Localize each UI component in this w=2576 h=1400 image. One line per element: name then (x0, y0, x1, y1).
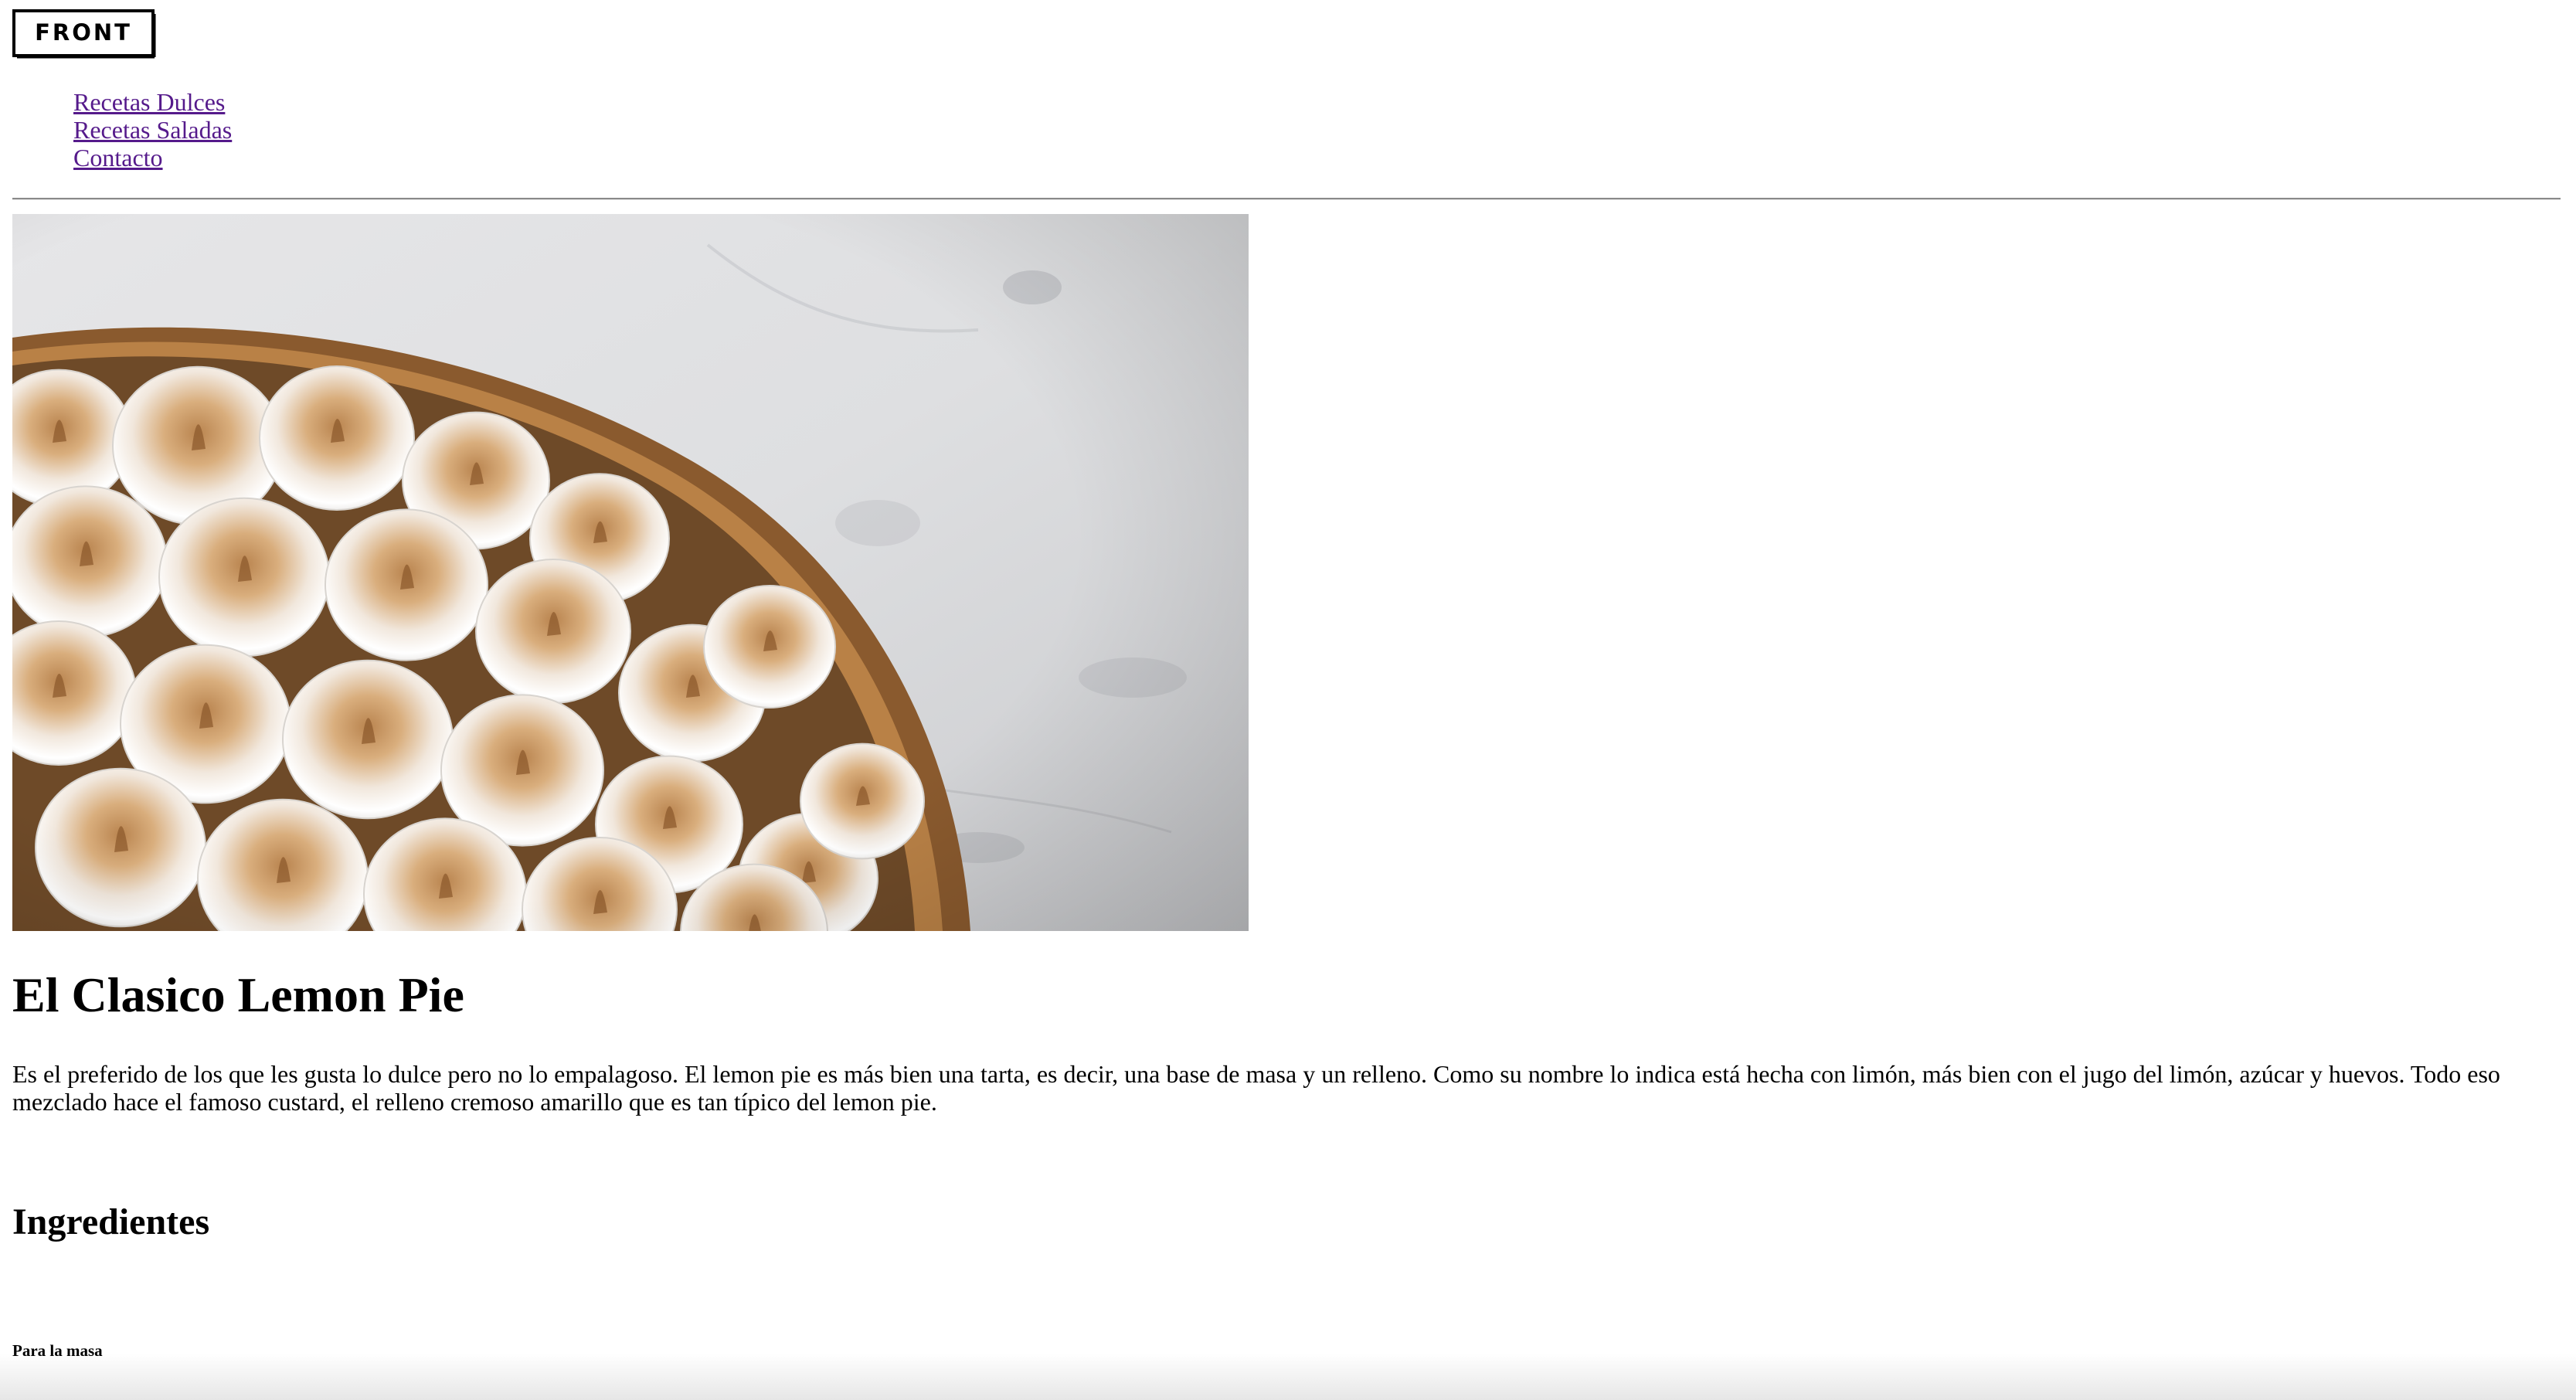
lemon-pie-illustration (12, 214, 1249, 931)
logo-text: FRONT (35, 19, 132, 46)
lemon-pie-image (12, 214, 1249, 931)
recipe-title: El Clasico Lemon Pie (12, 967, 464, 1022)
nav-link-recetas-saladas[interactable]: Recetas Saladas (73, 116, 232, 144)
nav-item-recetas-dulces: Recetas Dulces (73, 88, 232, 116)
main-nav: Recetas Dulces Recetas Saladas Contacto (73, 88, 232, 172)
nav-link-contacto[interactable]: Contacto (73, 144, 163, 172)
front-logo[interactable]: FRONT (12, 9, 156, 59)
dough-subheading: Para la masa (12, 1341, 103, 1360)
front-logo-icon: FRONT (12, 9, 156, 59)
header-divider (12, 198, 2561, 200)
nav-item-contacto: Contacto (73, 144, 232, 172)
recipe-intro: Es el preferido de los que les gusta lo … (12, 1060, 2500, 1116)
ingredients-heading: Ingredientes (12, 1201, 210, 1242)
window-bottom-shadow (0, 1354, 2576, 1400)
nav-item-recetas-saladas: Recetas Saladas (73, 116, 232, 144)
nav-link-recetas-dulces[interactable]: Recetas Dulces (73, 88, 225, 116)
